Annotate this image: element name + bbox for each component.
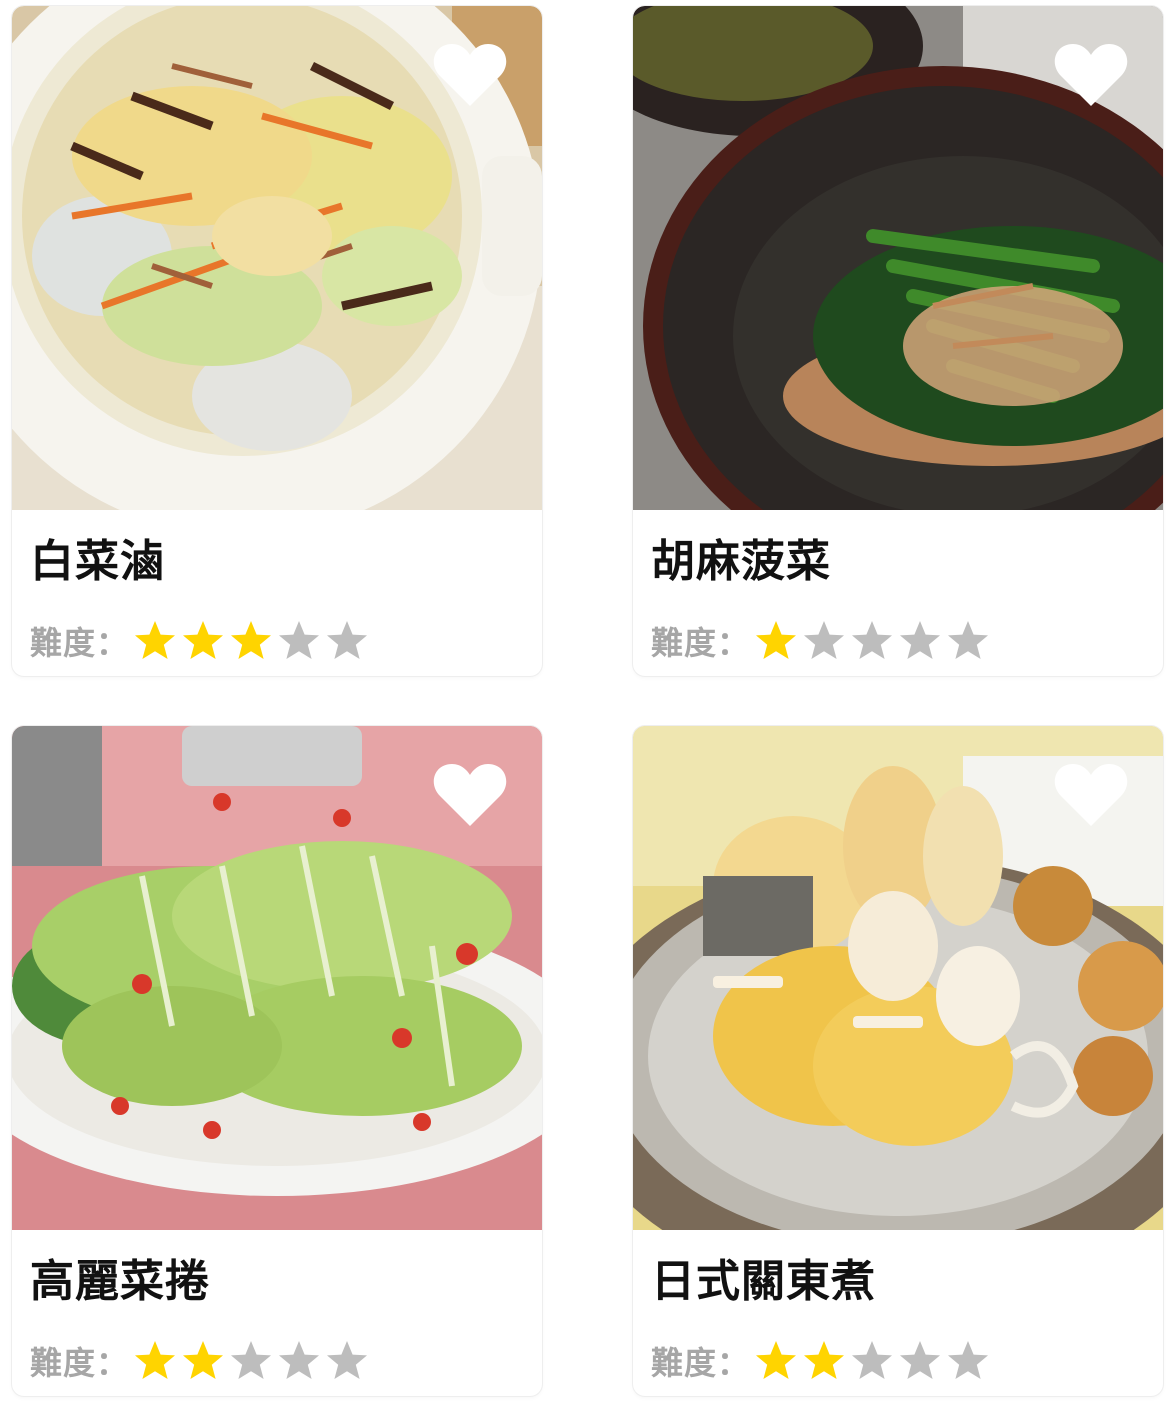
star-empty-icon	[327, 621, 368, 659]
star-filled-icon	[135, 1341, 176, 1379]
star-empty-icon	[852, 1341, 893, 1379]
star-filled-icon	[804, 1341, 845, 1379]
star-filled-icon	[231, 621, 272, 659]
recipe-card[interactable]: 白菜滷 難度：	[12, 6, 542, 676]
difficulty-stars	[754, 1339, 994, 1383]
star-empty-icon	[804, 621, 845, 659]
difficulty-rating: 難度：	[30, 616, 373, 666]
star-empty-icon	[900, 621, 941, 659]
difficulty-rating: 難度：	[30, 1336, 373, 1386]
star-empty-icon	[900, 1341, 941, 1379]
recipe-card[interactable]: 高麗菜捲 難度：	[12, 726, 542, 1396]
star-empty-icon	[327, 1341, 368, 1379]
star-filled-icon	[756, 1341, 797, 1379]
difficulty-label: 難度：	[651, 624, 751, 662]
difficulty-rating: 難度：	[651, 616, 994, 666]
recipe-title[interactable]: 日式關東煮	[651, 1257, 876, 1306]
star-filled-icon	[183, 1341, 224, 1379]
star-empty-icon	[948, 1341, 989, 1379]
difficulty-rating: 難度：	[651, 1336, 994, 1386]
difficulty-stars	[754, 619, 994, 663]
star-filled-icon	[135, 621, 176, 659]
favorite-heart-icon[interactable]	[432, 760, 508, 828]
star-filled-icon	[756, 621, 797, 659]
difficulty-label: 難度：	[30, 624, 130, 662]
difficulty-stars	[133, 1339, 373, 1383]
star-empty-icon	[279, 1341, 320, 1379]
star-filled-icon	[183, 621, 224, 659]
recipe-title[interactable]: 白菜滷	[30, 537, 165, 586]
recipe-title[interactable]: 高麗菜捲	[30, 1257, 210, 1306]
difficulty-stars	[133, 619, 373, 663]
favorite-heart-icon[interactable]	[1053, 40, 1129, 108]
star-empty-icon	[948, 621, 989, 659]
star-empty-icon	[279, 621, 320, 659]
recipe-card[interactable]: 胡麻菠菜 難度：	[633, 6, 1163, 676]
favorite-heart-icon[interactable]	[432, 40, 508, 108]
recipe-card[interactable]: 日式關東煮 難度：	[633, 726, 1163, 1396]
star-empty-icon	[231, 1341, 272, 1379]
favorite-heart-icon[interactable]	[1053, 760, 1129, 828]
difficulty-label: 難度：	[30, 1344, 130, 1382]
difficulty-label: 難度：	[651, 1344, 751, 1382]
recipe-title[interactable]: 胡麻菠菜	[651, 537, 831, 586]
star-empty-icon	[852, 621, 893, 659]
